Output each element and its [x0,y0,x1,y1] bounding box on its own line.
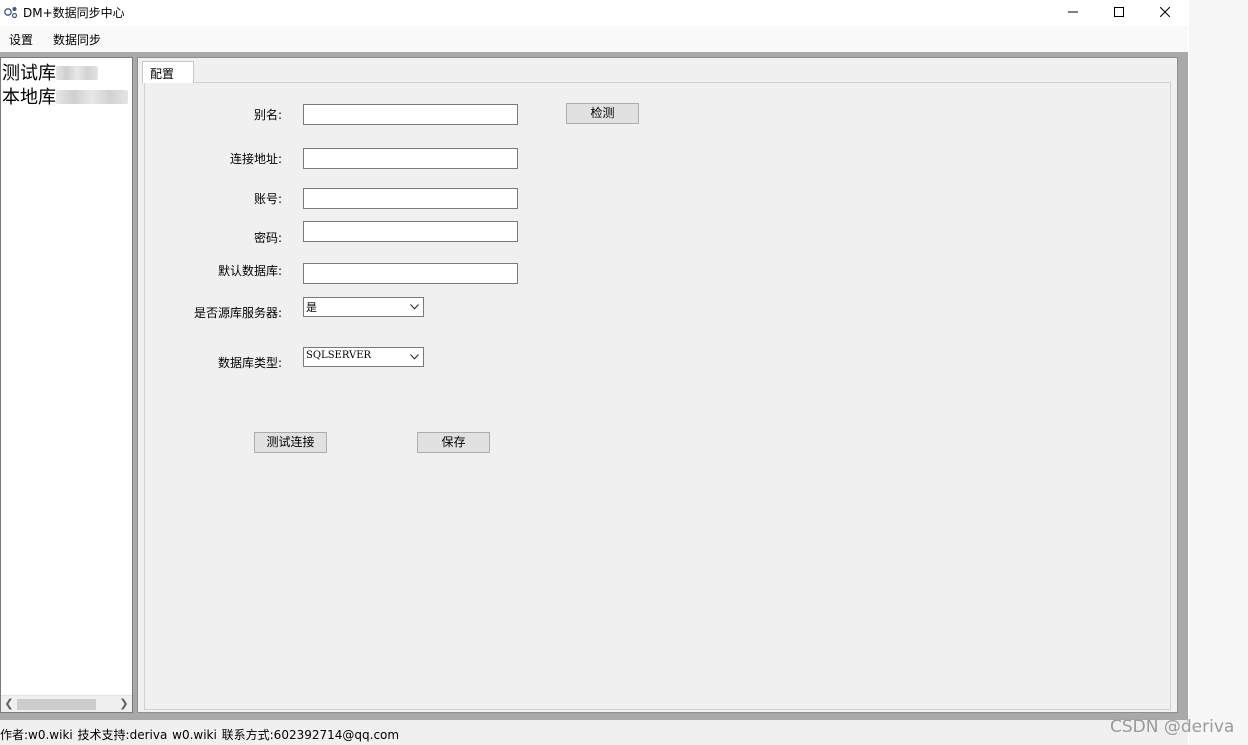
tab-config[interactable]: 配置 [142,61,194,83]
address-input[interactable] [303,148,518,169]
password-input[interactable] [303,221,518,242]
config-tab-page [144,82,1171,710]
close-button[interactable] [1142,0,1188,24]
horizontal-scrollbar[interactable]: ❮ ❯ [1,695,132,712]
menu-bar: 设置 数据同步 [0,26,1188,52]
tab-label: 配置 [150,67,175,81]
menu-data-sync[interactable]: 数据同步 [53,31,101,48]
db-type-select[interactable]: SQLSERVER [303,347,424,367]
password-label: 密码: [253,231,282,245]
source-server-select[interactable]: 是 [303,297,424,317]
title-bar[interactable]: DM+数据同步中心 [0,0,1188,26]
tree-item-test-db[interactable]: 测试库 [2,64,98,84]
chevron-down-icon [410,354,419,360]
detect-button[interactable]: 检测 [566,103,639,124]
app-icon [3,4,19,20]
address-label: 连接地址: [229,152,282,166]
account-label: 账号: [253,192,282,206]
status-text: 作者:w0.wiki 技术支持:deriva w0.wiki 联系方式:6023… [0,728,400,742]
status-bar: 作者:w0.wiki 技术支持:deriva w0.wiki 联系方式:6023… [0,722,1188,745]
tree-item-label: 测试库 [2,63,56,84]
tree-item-local-db[interactable]: 本地库 [2,88,128,108]
alias-label: 别名: [253,108,282,122]
scroll-right-icon[interactable]: ❯ [118,698,130,710]
account-input[interactable] [303,188,518,209]
default-db-input[interactable] [303,263,518,284]
minimize-icon [1068,11,1078,13]
watermark: CSDN @deriva [1110,717,1235,737]
app-window: DM+数据同步中心 设置 数据同步 测试库 本地库 ❮ ❯ 配置 别名: 检测 … [0,0,1188,745]
redacted-text [56,66,98,80]
db-type-value: SQLSERVER [306,350,372,361]
minimize-button[interactable] [1050,0,1096,24]
test-connection-button[interactable]: 测试连接 [254,432,327,453]
maximize-icon [1114,7,1124,17]
close-icon [1160,7,1170,17]
source-server-value: 是 [306,301,317,314]
maximize-button[interactable] [1096,0,1142,24]
save-button[interactable]: 保存 [417,432,490,453]
window-title: DM+数据同步中心 [23,6,125,20]
redacted-text [56,90,128,104]
scroll-left-icon[interactable]: ❮ [3,698,15,710]
default-db-label: 默认数据库: [217,264,282,278]
source-server-label: 是否源库服务器: [193,306,282,320]
chevron-down-icon [410,304,419,310]
tree-item-label: 本地库 [2,87,56,108]
desktop-background [1189,0,1248,745]
scroll-thumb[interactable] [17,699,96,710]
menu-settings[interactable]: 设置 [9,31,33,48]
alias-input[interactable] [303,104,518,125]
database-tree[interactable]: 测试库 本地库 ❮ ❯ [0,57,133,713]
db-type-label: 数据库类型: [217,356,282,370]
